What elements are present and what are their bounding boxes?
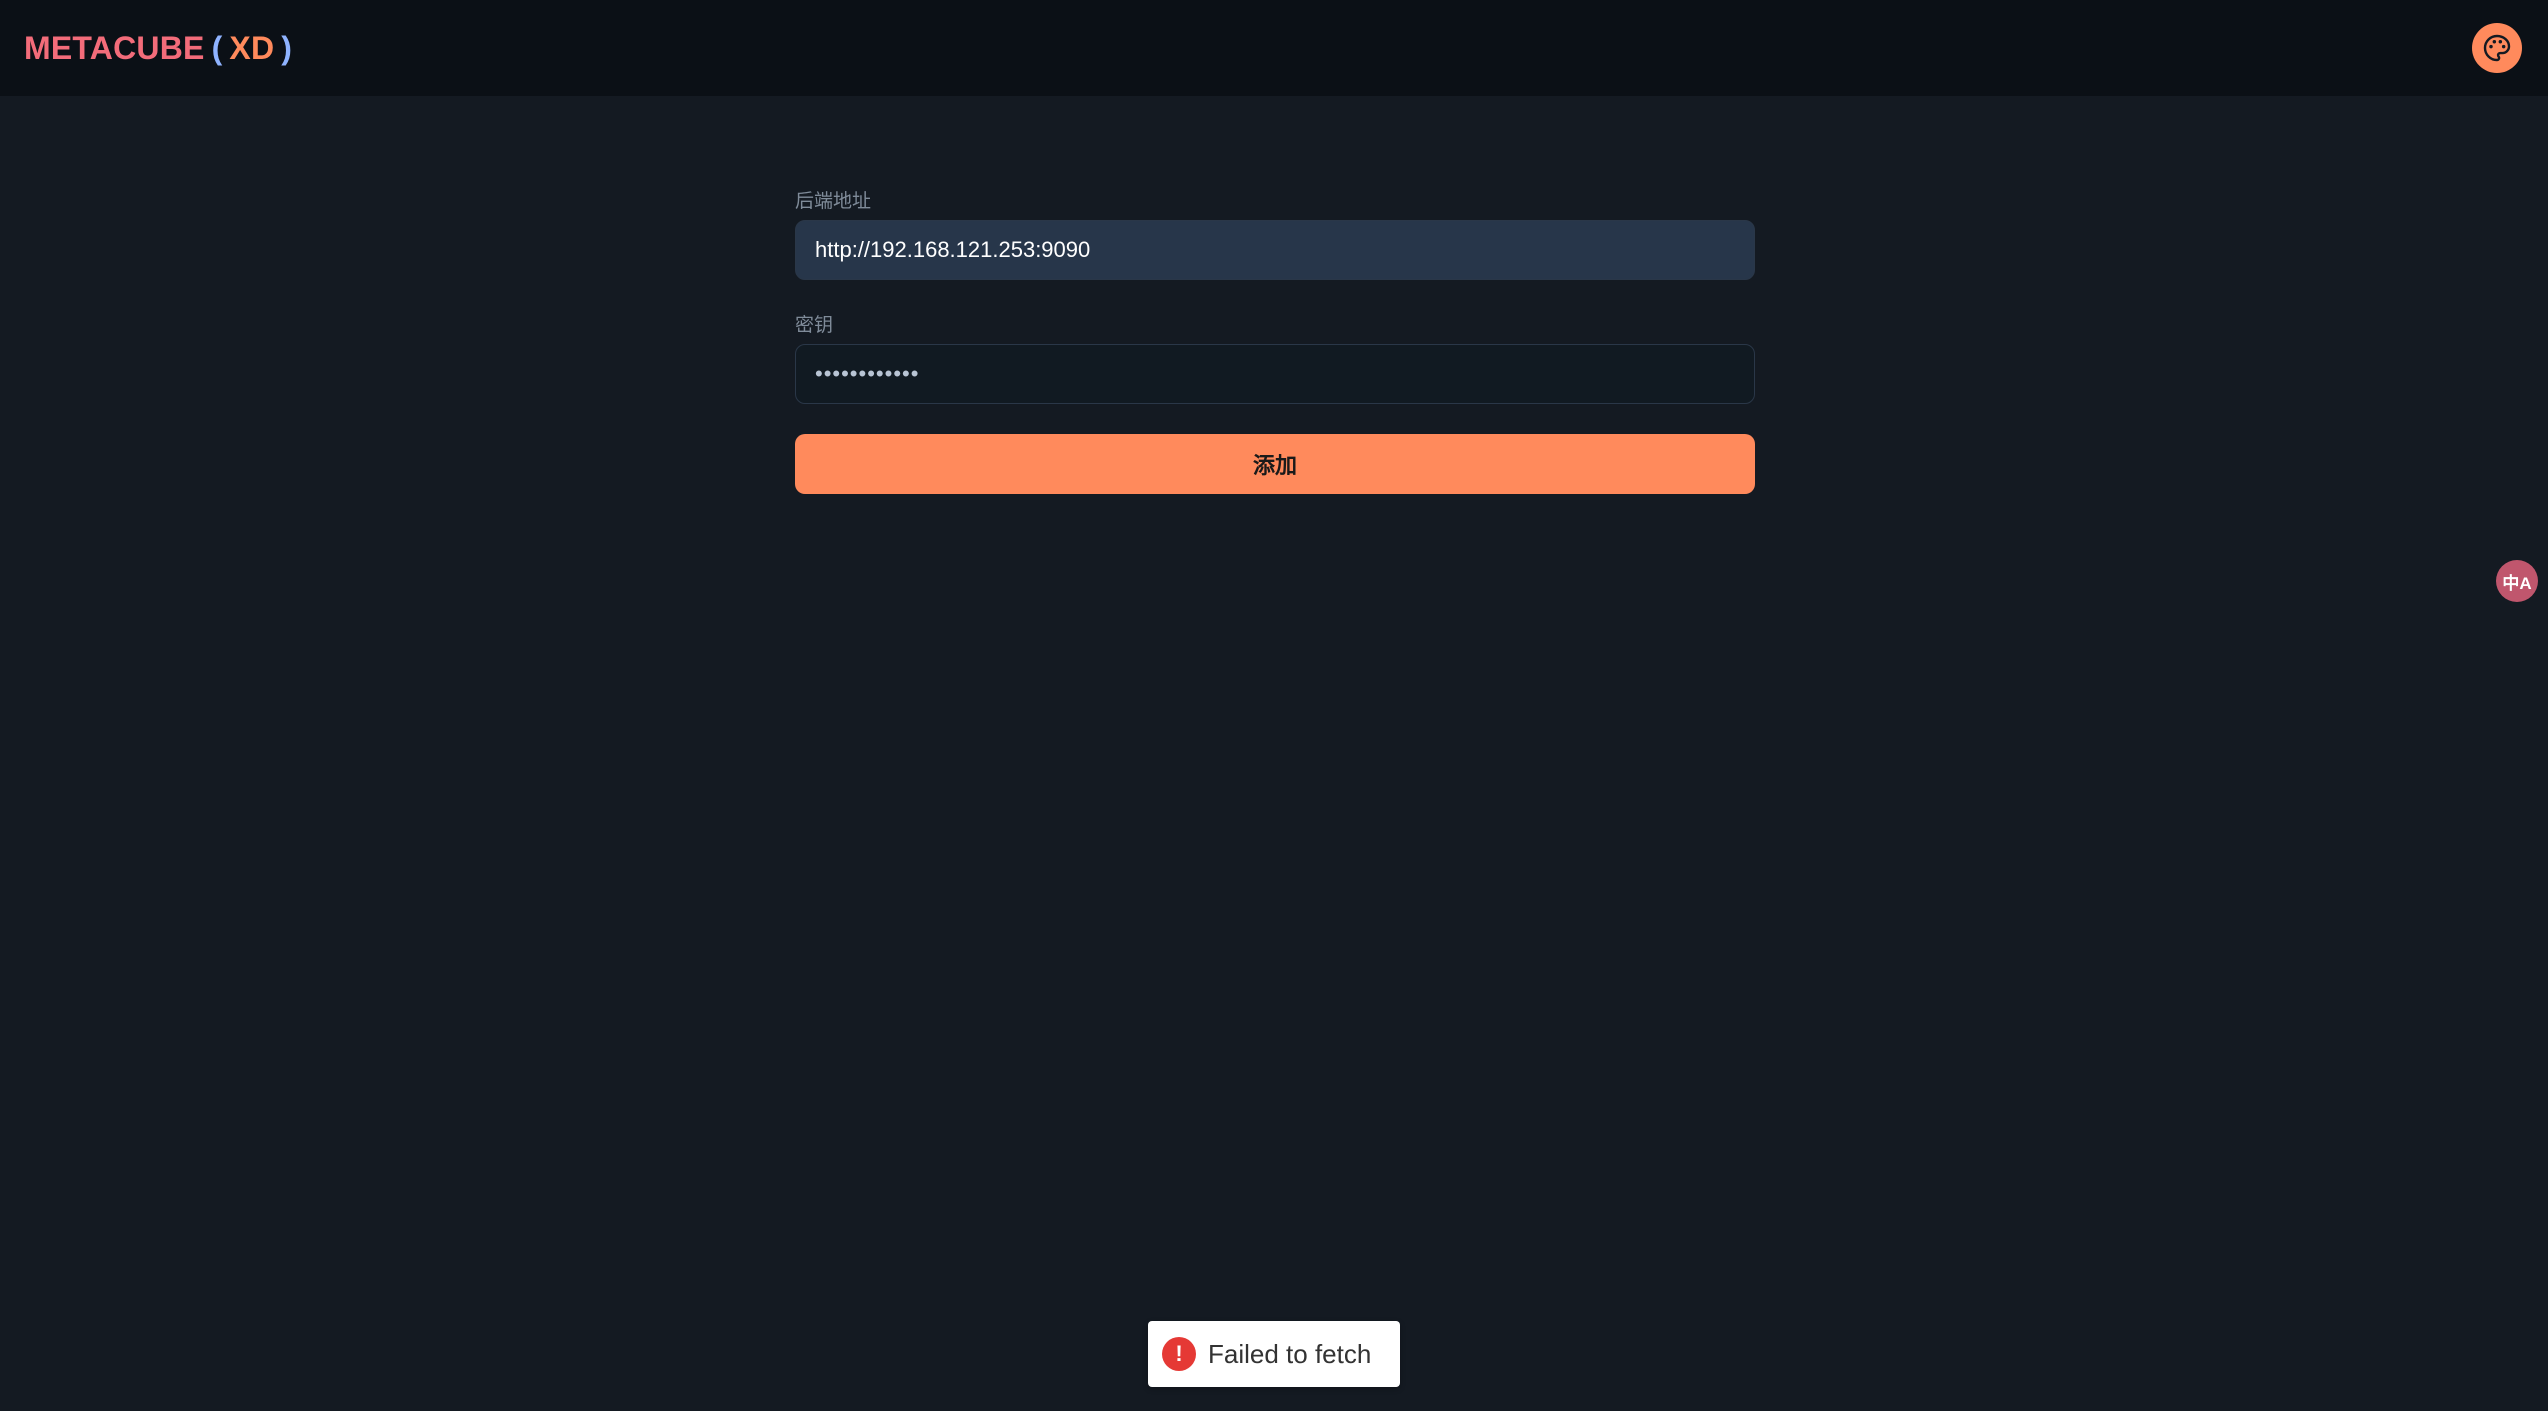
secret-input[interactable] [795, 344, 1755, 404]
backend-url-group: 后端地址 [795, 186, 1755, 280]
backend-url-input[interactable] [795, 220, 1755, 280]
translate-icon: 中A [2502, 573, 2532, 593]
brand-paren-open: ( [211, 29, 223, 66]
brand-name: METACUBE [24, 29, 205, 66]
palette-icon [2483, 34, 2511, 62]
error-icon: ! [1162, 1337, 1196, 1371]
secret-label: 密钥 [795, 315, 834, 336]
toast-message: Failed to fetch [1208, 1338, 1372, 1369]
secret-group: 密钥 [795, 310, 1755, 404]
backend-form: 后端地址 密钥 添加 [795, 186, 1755, 494]
top-bar: METACUBE ( XD ) [0, 0, 2548, 96]
language-button[interactable]: 中A [2496, 560, 2538, 602]
brand-suffix: XD [229, 29, 275, 66]
brand-logo[interactable]: METACUBE ( XD ) [24, 30, 299, 67]
brand-paren-close: ) [281, 29, 293, 66]
error-toast: ! Failed to fetch [1148, 1321, 1400, 1387]
page: METACUBE ( XD ) 后端地址 密钥 添加 中A [0, 0, 2548, 1411]
add-button[interactable]: 添加 [795, 434, 1755, 494]
backend-url-label: 后端地址 [795, 191, 872, 212]
theme-button[interactable] [2472, 23, 2522, 73]
